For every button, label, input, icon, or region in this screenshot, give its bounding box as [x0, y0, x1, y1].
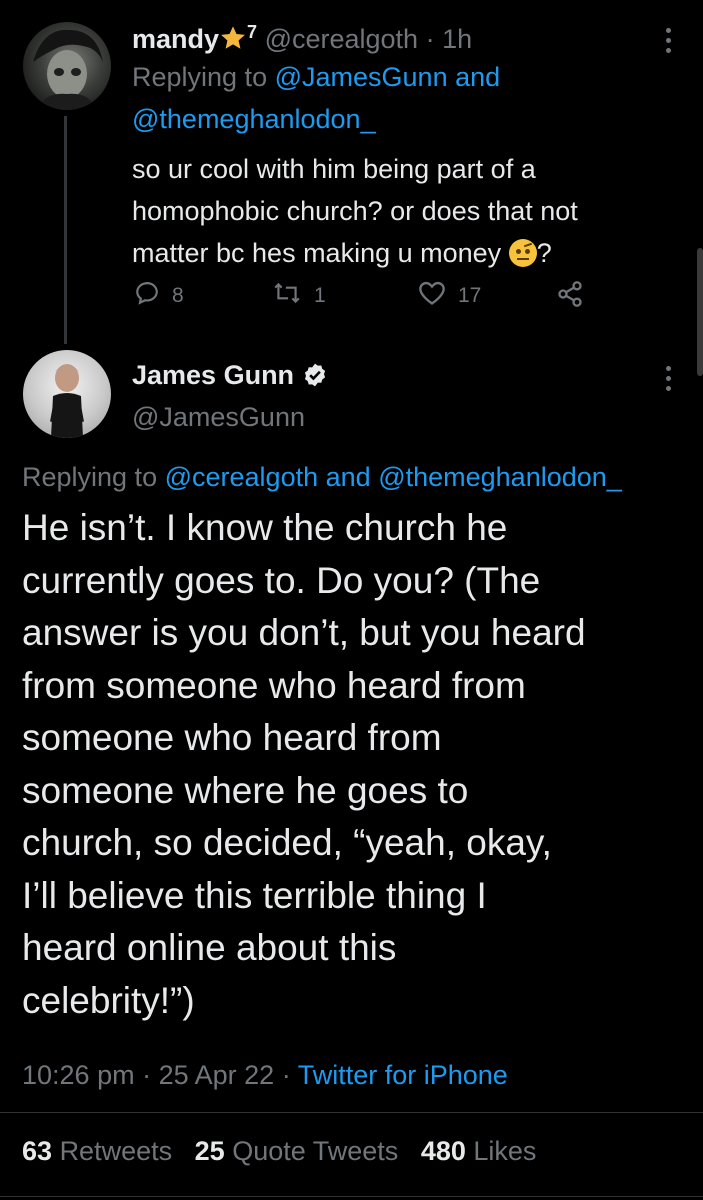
- share-icon: [556, 280, 596, 314]
- reply-replying-to-line2: @themeghanlodon_: [132, 104, 376, 135]
- quote-count: 25: [194, 1136, 225, 1166]
- star-icon: [219, 24, 247, 54]
- main-display-name[interactable]: James Gunn: [132, 360, 294, 390]
- like-action[interactable]: 17: [418, 280, 481, 312]
- mention-themeghanlodon[interactable]: @themeghanlodon_: [378, 462, 622, 492]
- heart-icon: [418, 280, 458, 312]
- main-text-line: someone who heard from: [22, 717, 442, 758]
- divider: [0, 1112, 703, 1113]
- quote-label: Quote Tweets: [232, 1136, 399, 1166]
- like-label: Likes: [473, 1136, 537, 1166]
- main-text-line: answer is you don’t, but you heard: [22, 612, 586, 653]
- retweets-stat[interactable]: 63 Retweets: [22, 1136, 172, 1166]
- mention-cerealgoth[interactable]: @cerealgoth: [165, 462, 319, 492]
- main-text-line: someone where he goes to: [22, 769, 469, 811]
- main-text-line: heard online about this: [22, 927, 397, 968]
- scrollbar[interactable]: [697, 248, 703, 376]
- reply-text-line-text: matter bc hes making u money: [132, 238, 502, 268]
- reply-tweet-text: so ur cool with him being part of a homo…: [132, 148, 672, 274]
- main-text-line: celebrity!”): [22, 979, 195, 1021]
- name-superscript: 7: [247, 22, 258, 42]
- reply-handle[interactable]: @cerealgoth: [265, 24, 419, 54]
- tweet-time[interactable]: 10:26 pm: [22, 1060, 135, 1090]
- dot-separator: ·: [142, 1060, 152, 1090]
- tweet-source[interactable]: Twitter for iPhone: [298, 1060, 508, 1090]
- reply-time[interactable]: 1h: [442, 24, 472, 54]
- quote-tweets-stat[interactable]: 25 Quote Tweets: [195, 1136, 399, 1166]
- main-text-line: from someone who heard from: [22, 664, 526, 706]
- reply-text-end: ?: [536, 238, 552, 268]
- avatar-mandy[interactable]: [23, 22, 111, 110]
- replying-prefix: Replying to: [22, 462, 158, 492]
- retweet-count: 63: [22, 1136, 53, 1166]
- main-handle[interactable]: @JamesGunn: [132, 402, 305, 433]
- reply-text-line: homophobic church? or does that not: [132, 196, 578, 226]
- main-text-line: I’ll believe this terrible thing I: [22, 874, 487, 916]
- reply-text-line-last: matter bc hes making u money ?: [132, 232, 672, 274]
- retweet-count: 1: [314, 284, 326, 307]
- retweet-icon: [272, 280, 314, 312]
- face-with-raised-eyebrow-emoji: [508, 239, 537, 267]
- replying-prefix: Replying to: [132, 62, 268, 92]
- dot-separator: ·: [281, 1060, 291, 1090]
- reply-text-line: so ur cool with him being part of a: [132, 154, 536, 184]
- share-action[interactable]: [556, 280, 596, 314]
- reply-icon: [134, 280, 172, 312]
- main-tweet-name-row: James Gunn: [132, 360, 328, 395]
- tweet-metadata: 10:26 pm · 25 Apr 22 · Twitter for iPhon…: [22, 1060, 508, 1091]
- reply-tweet-header: mandy 7 @cerealgoth · 1h: [132, 22, 472, 55]
- dot-separator: ·: [425, 24, 435, 54]
- likes-stat[interactable]: 480 Likes: [421, 1136, 537, 1166]
- retweet-label: Retweets: [59, 1136, 173, 1166]
- like-count-total: 480: [420, 1136, 466, 1166]
- reply-replying-to: Replying to @JamesGunn and: [132, 62, 500, 93]
- more-options-icon[interactable]: [666, 28, 672, 58]
- retweet-action[interactable]: 1: [272, 280, 326, 312]
- main-replying-to: Replying to @cerealgoth and @themeghanlo…: [22, 462, 622, 493]
- replying-and: and: [455, 62, 501, 92]
- divider: [0, 1196, 703, 1197]
- main-text-line: He isn’t. I know the church he: [22, 507, 508, 548]
- more-options-icon[interactable]: [666, 366, 672, 396]
- reply-display-name[interactable]: mandy: [132, 24, 219, 54]
- avatar-james-gunn[interactable]: [23, 350, 111, 438]
- mention-jamesgunn[interactable]: @JamesGunn: [275, 62, 448, 92]
- replying-and: and: [325, 462, 371, 492]
- main-text-line: currently goes to. Do you? (The: [22, 559, 541, 601]
- main-text-line: church, so decided, “yeah, okay,: [22, 822, 552, 863]
- mention-themeghanlodon[interactable]: @themeghanlodon_: [132, 104, 376, 134]
- verified-badge-icon: [302, 362, 328, 395]
- reply-action[interactable]: 8: [134, 280, 184, 312]
- thread-connector-line: [64, 116, 67, 344]
- like-count: 17: [458, 284, 482, 307]
- tweet-stats: 63 Retweets 25 Quote Tweets 480 Likes: [22, 1136, 536, 1167]
- main-tweet-text: He isn’t. I know the church he currently…: [22, 502, 692, 1027]
- tweet-date[interactable]: 25 Apr 22: [159, 1060, 275, 1090]
- reply-count: 8: [172, 284, 184, 307]
